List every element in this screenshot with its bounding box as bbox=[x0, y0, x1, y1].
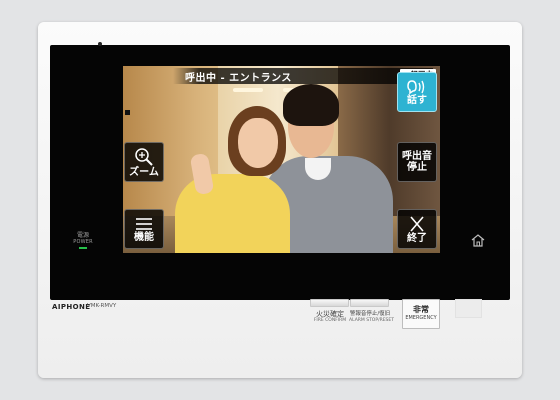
zoom-icon bbox=[135, 147, 153, 166]
home-button[interactable] bbox=[471, 232, 485, 251]
end-button[interactable]: 終了 bbox=[397, 209, 437, 249]
function-button[interactable]: 機能 bbox=[124, 209, 164, 249]
stop-call-tone-label-2: 停止 bbox=[407, 162, 427, 173]
status-title: 呼出中 - エントランス bbox=[185, 73, 292, 84]
alarm-stop-button[interactable] bbox=[350, 299, 389, 307]
emergency-button[interactable]: 非常 EMERGENCY bbox=[402, 299, 440, 329]
emergency-label-en: EMERGENCY bbox=[405, 315, 437, 321]
brand-logo: AIPHONE bbox=[52, 303, 91, 311]
fire-confirm-label-en: FIRE CONFIRM bbox=[313, 318, 347, 323]
power-label-jp: 電源 bbox=[76, 232, 89, 239]
power-label-en: POWER bbox=[73, 239, 93, 245]
screen-marker bbox=[125, 110, 130, 115]
stop-call-tone-button[interactable]: 呼出音 停止 bbox=[397, 142, 437, 182]
camera-sensor bbox=[98, 42, 102, 46]
menu-icon bbox=[136, 217, 152, 230]
talk-icon bbox=[407, 79, 425, 94]
zoom-button[interactable]: ズーム bbox=[124, 142, 164, 182]
alarm-stop-label: 警報音停止/復旧 ALARM STOP/RESET bbox=[349, 310, 395, 324]
emergency-label-jp: 非常 bbox=[413, 305, 429, 314]
alarm-stop-label-en: ALARM STOP/RESET bbox=[349, 318, 395, 323]
talk-label: 話す bbox=[407, 94, 427, 106]
visitor-woman-face bbox=[238, 118, 278, 168]
stop-call-tone-label-1: 呼出音 bbox=[402, 151, 432, 162]
fire-confirm-label: 火災確定 FIRE CONFIRM bbox=[310, 310, 350, 324]
fire-confirm-label-jp: 火災確定 bbox=[316, 310, 344, 318]
talk-button[interactable]: 話す bbox=[397, 72, 437, 112]
light-sensor bbox=[455, 299, 482, 318]
fire-confirm-button[interactable] bbox=[310, 299, 349, 307]
video-screen: 呼出中 - エントランス 録画中 話す ズーム 呼出音 停止 機能 bbox=[123, 66, 440, 253]
visitor-woman-body bbox=[175, 174, 290, 253]
close-icon bbox=[410, 215, 424, 232]
home-icon bbox=[471, 234, 485, 247]
model-number: VMK-RMVY bbox=[87, 303, 117, 309]
visitor-man-hair bbox=[283, 84, 339, 126]
end-label: 終了 bbox=[407, 232, 427, 244]
zoom-label: ズーム bbox=[129, 166, 159, 178]
alarm-stop-label-jp: 警報音停止/復旧 bbox=[349, 311, 391, 317]
power-indicator: 電源 POWER bbox=[68, 232, 98, 245]
function-label: 機能 bbox=[134, 231, 154, 243]
power-led bbox=[79, 247, 87, 249]
ceiling-light bbox=[233, 88, 263, 92]
